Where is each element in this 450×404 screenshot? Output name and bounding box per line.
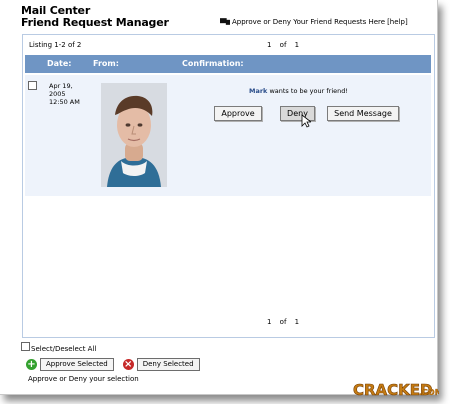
selection-note: Approve or Deny your selection <box>28 375 139 383</box>
listing-count: Listing 1-2 of 2 <box>29 41 82 49</box>
request-date: Apr 19, 2005 12:50 AM <box>49 82 99 106</box>
column-date: Date: <box>47 59 72 68</box>
mouse-cursor-icon <box>301 114 311 128</box>
plus-icon: + <box>26 359 37 370</box>
svg-text:.COM: .COM <box>419 388 439 397</box>
column-confirmation: Confirmation: <box>182 59 244 68</box>
column-from: From: <box>93 59 119 68</box>
select-all-label: Select/Deselect All <box>31 345 97 353</box>
request-message: Mark wants to be your friend! <box>249 87 348 95</box>
sender-photo[interactable] <box>101 83 167 187</box>
row-checkbox[interactable] <box>28 81 37 90</box>
pagination-top[interactable]: 1 of 1 <box>267 41 299 49</box>
approve-button[interactable]: Approve <box>214 106 262 121</box>
approve-selected-button[interactable]: Approve Selected <box>40 358 114 371</box>
table-header: Date: From: Confirmation: <box>25 55 431 73</box>
bulk-actions: + Approve Selected × Deny Selected <box>26 358 200 371</box>
table-row: Apr 19, 2005 12:50 AM Mark wants to be y… <box>25 75 431 196</box>
instruction-row: Approve or Deny Your Friend Requests Her… <box>220 17 408 26</box>
page-subtitle: Friend Request Manager <box>21 16 169 29</box>
instruction-text: Approve or Deny Your Friend Requests Her… <box>232 17 386 26</box>
cracked-logo: CRACKED .COM <box>353 381 439 400</box>
select-all-checkbox[interactable] <box>21 342 30 351</box>
mail-center-window: Mail Center Friend Request Manager Appro… <box>0 0 438 395</box>
sender-name[interactable]: Mark <box>249 87 267 95</box>
date-line-2: 2005 <box>49 90 66 98</box>
message-text: wants to be your friend! <box>269 87 348 95</box>
date-line-1: Apr 19, <box>49 82 73 90</box>
deny-selected-button[interactable]: Deny Selected <box>136 358 200 371</box>
help-link[interactable]: [help] <box>387 18 408 26</box>
date-line-3: 12:50 AM <box>49 98 80 106</box>
friend-request-icon <box>220 18 230 25</box>
send-message-button[interactable]: Send Message <box>327 106 399 121</box>
deny-x-icon: × <box>122 359 134 370</box>
pagination-bottom[interactable]: 1 of 1 <box>267 318 299 326</box>
profile-photo-image <box>101 83 167 187</box>
requests-panel: Listing 1-2 of 2 1 of 1 Date: From: Conf… <box>22 34 435 338</box>
